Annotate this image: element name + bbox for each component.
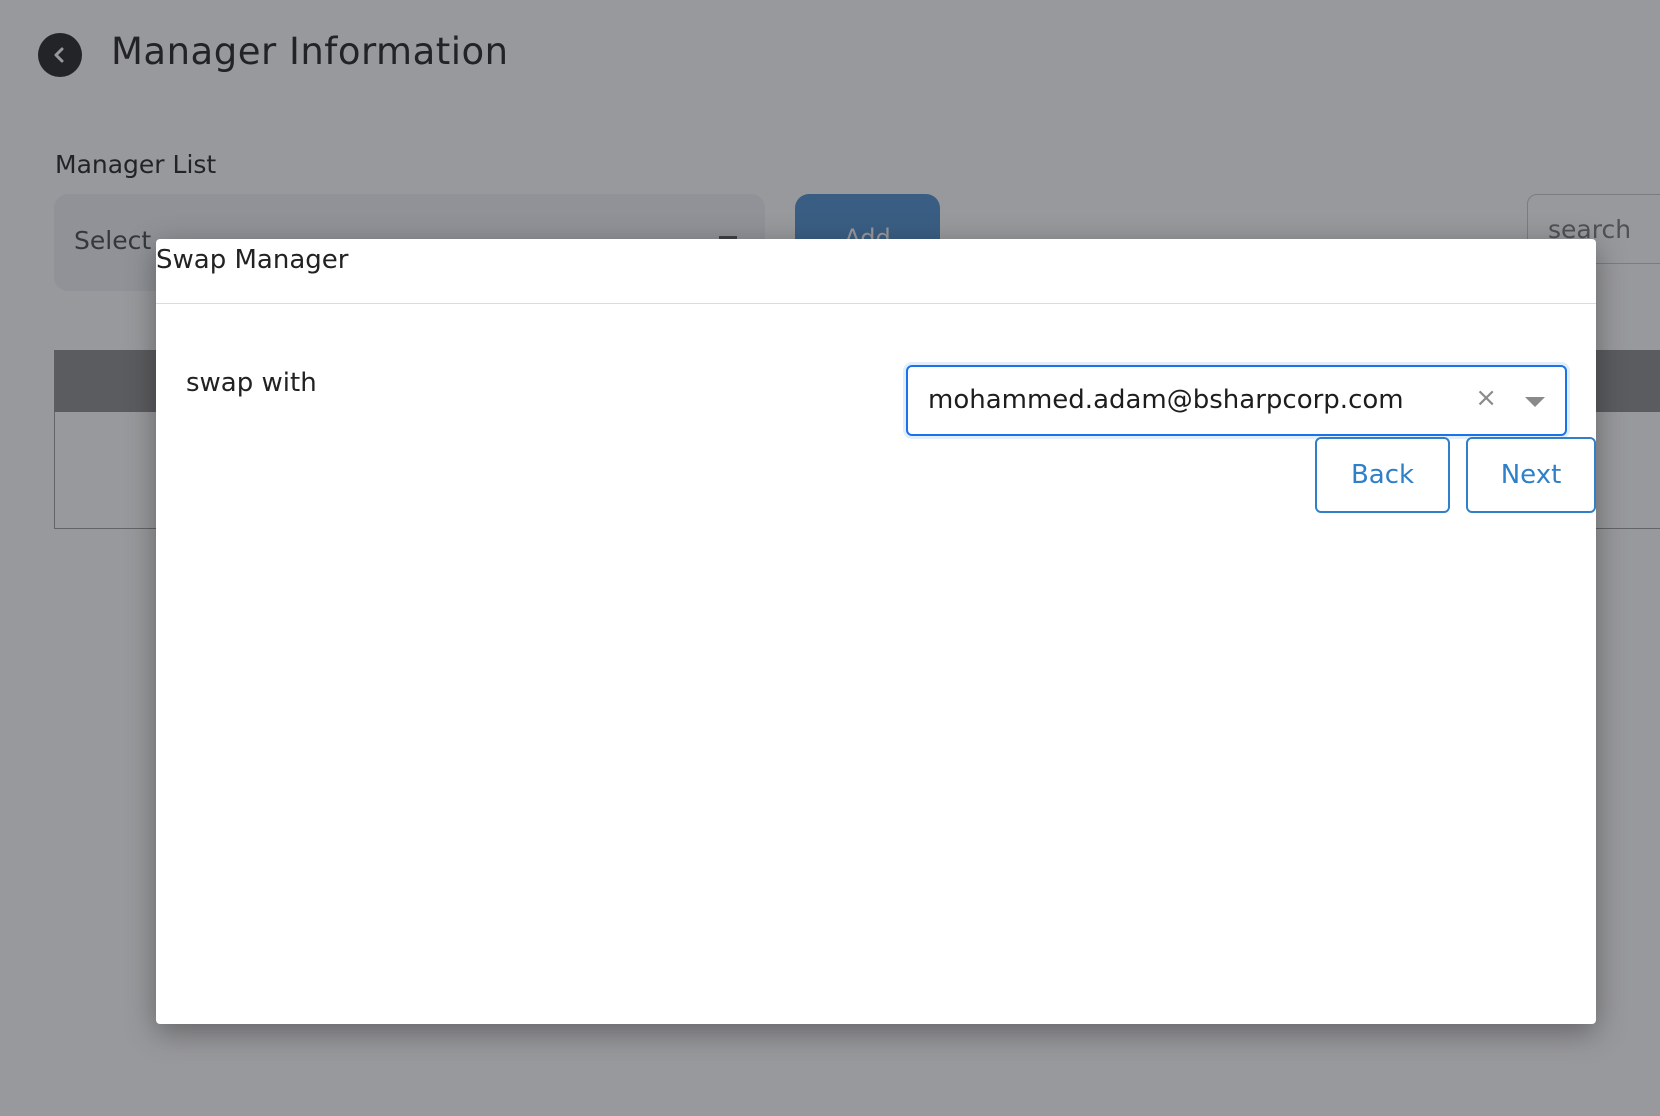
swap-manager-modal: Swap Manager swap with mohammed.adam@bsh… — [156, 239, 1596, 1024]
next-button[interactable]: Next — [1466, 437, 1596, 513]
clear-icon[interactable]: × — [1475, 383, 1497, 413]
back-button-modal[interactable]: Back — [1315, 437, 1450, 513]
swap-manager-value: mohammed.adam@bsharpcorp.com — [928, 385, 1404, 415]
chevron-down-icon[interactable] — [1525, 397, 1545, 407]
swap-with-label: swap with — [186, 368, 317, 398]
modal-title: Swap Manager — [156, 245, 349, 275]
modal-divider — [156, 303, 1596, 304]
swap-manager-select[interactable]: mohammed.adam@bsharpcorp.com × — [906, 365, 1567, 436]
